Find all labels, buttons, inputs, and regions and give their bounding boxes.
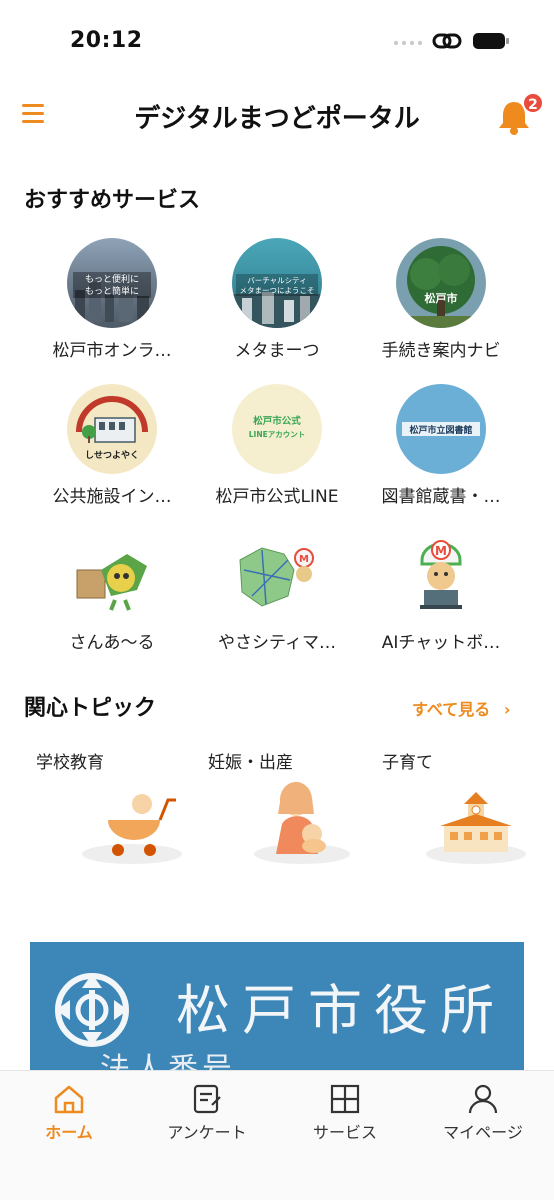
- tree-photo-icon: 松戸市: [396, 238, 486, 328]
- topic-label: 学校教育: [36, 753, 104, 773]
- nav-label: アンケート: [167, 1123, 247, 1142]
- svg-text:松戸市公式: 松戸市公式: [253, 415, 301, 427]
- topic-label: 子育て: [382, 753, 433, 773]
- service-procedure-navi[interactable]: 松戸市 手続き案内ナビ: [356, 238, 526, 361]
- home-icon: [54, 1085, 84, 1114]
- topic-childcare[interactable]: 子育て: [382, 748, 552, 864]
- library-logo-icon: 松戸市立図書館: [396, 384, 486, 474]
- map-mascot-icon: M: [232, 530, 322, 620]
- svg-text:もっと便利に: もっと便利に: [85, 273, 139, 285]
- signal-icon: [394, 41, 422, 45]
- nav-home[interactable]: ホーム: [0, 1083, 138, 1143]
- service-label: AIチャットボ…: [381, 633, 501, 653]
- see-all-link[interactable]: すべて見る ›: [412, 696, 510, 720]
- page-title: デジタルまつどポータル: [134, 104, 420, 134]
- service-label: 松戸市公式LINE: [215, 487, 339, 507]
- svg-text:もっと簡単に: もっと簡単に: [85, 285, 139, 297]
- mascot-bag-icon: [67, 530, 157, 620]
- svg-text:しせつよやく: しせつよやく: [85, 450, 139, 461]
- link-icon: [432, 33, 462, 49]
- svg-text:松戸市立図書館: 松戸市立図書館: [409, 424, 472, 436]
- service-label: メタまーつ: [234, 341, 320, 361]
- services-grid-icon: [330, 1084, 360, 1114]
- banner-title: 松戸市役所: [176, 979, 506, 1042]
- stroller-icon: [82, 794, 182, 864]
- banner-subtitle: 法人番号4000020122076: [100, 1052, 236, 1070]
- svg-text:松戸市: 松戸市: [425, 291, 458, 305]
- svg-text:バーチャルシティ: バーチャルシティ: [247, 276, 306, 285]
- school-building-icon: [426, 792, 526, 864]
- topic-pregnancy-birth[interactable]: 妊娠・出産: [208, 748, 378, 864]
- svg-text:M: M: [299, 554, 309, 565]
- topic-label: 妊娠・出産: [208, 753, 293, 773]
- svg-text:LINEアカウント: LINEアカウント: [249, 430, 305, 439]
- topics-section-title: 関心トピック: [24, 696, 157, 721]
- app-header: デジタルまつどポータル: [0, 88, 554, 144]
- nav-label: マイページ: [443, 1123, 523, 1142]
- service-library-search[interactable]: 松戸市立図書館 図書館蔵書・…: [356, 384, 526, 507]
- svg-text:M: M: [435, 544, 447, 558]
- chevron-right-icon: ›: [503, 700, 511, 719]
- nav-mypage[interactable]: マイページ: [414, 1083, 552, 1143]
- mother-baby-icon: [254, 781, 350, 864]
- service-line-official[interactable]: 松戸市公式 LINEアカウント 松戸市公式LINE: [192, 384, 362, 507]
- nav-label: ホーム: [45, 1123, 93, 1142]
- mascot-laptop-icon: M: [396, 530, 486, 620]
- service-label: 図書館蔵書・…: [381, 487, 501, 507]
- service-label: 公共施設イン…: [52, 487, 172, 507]
- service-ai-chatbot[interactable]: M AIチャットボ…: [356, 530, 526, 653]
- bottom-navigation: ホーム アンケート サービス マイページ: [0, 1070, 554, 1200]
- status-bar: 20:12: [0, 0, 554, 80]
- nav-label: サービス: [312, 1123, 377, 1142]
- service-label: さんあ〜る: [69, 633, 155, 653]
- service-label: 松戸市オンラ…: [52, 341, 172, 361]
- notification-badge: 2: [522, 92, 544, 114]
- topic-school-education[interactable]: 学校教育: [36, 748, 206, 864]
- city-photo-icon: もっと便利に もっと簡単に: [67, 238, 157, 328]
- status-time: 20:12: [70, 28, 143, 53]
- facility-logo-icon: しせつよやく: [67, 384, 157, 474]
- city-emblem-icon: [55, 973, 129, 1047]
- metaverse-city-icon: バーチャルシティ メタまーつにようこそ: [232, 238, 322, 328]
- city-hall-banner[interactable]: 松戸市役所 法人番号4000020122076: [30, 942, 524, 1070]
- service-sanaru[interactable]: さんあ〜る: [27, 530, 197, 653]
- svg-text:メタまーつにようこそ: メタまーつにようこそ: [240, 286, 315, 295]
- recommended-section-title: おすすめサービス: [24, 188, 201, 213]
- service-yasashity-map[interactable]: M やさシティマ…: [192, 530, 362, 653]
- see-all-label: すべて見る: [412, 700, 491, 719]
- battery-icon: [473, 33, 509, 49]
- nav-survey[interactable]: アンケート: [138, 1083, 276, 1143]
- service-label: 手続き案内ナビ: [381, 341, 501, 361]
- person-icon: [468, 1084, 498, 1114]
- nav-services[interactable]: サービス: [276, 1083, 414, 1143]
- line-logo-icon: 松戸市公式 LINEアカウント: [232, 384, 322, 474]
- service-public-facilities[interactable]: しせつよやく 公共施設イン…: [27, 384, 197, 507]
- service-label: やさシティマ…: [218, 633, 336, 653]
- service-online-application[interactable]: もっと便利に もっと簡単に 松戸市オンラ…: [27, 238, 197, 361]
- service-metamatsu[interactable]: バーチャルシティ メタまーつにようこそ メタまーつ: [192, 238, 362, 361]
- survey-icon: [193, 1084, 221, 1114]
